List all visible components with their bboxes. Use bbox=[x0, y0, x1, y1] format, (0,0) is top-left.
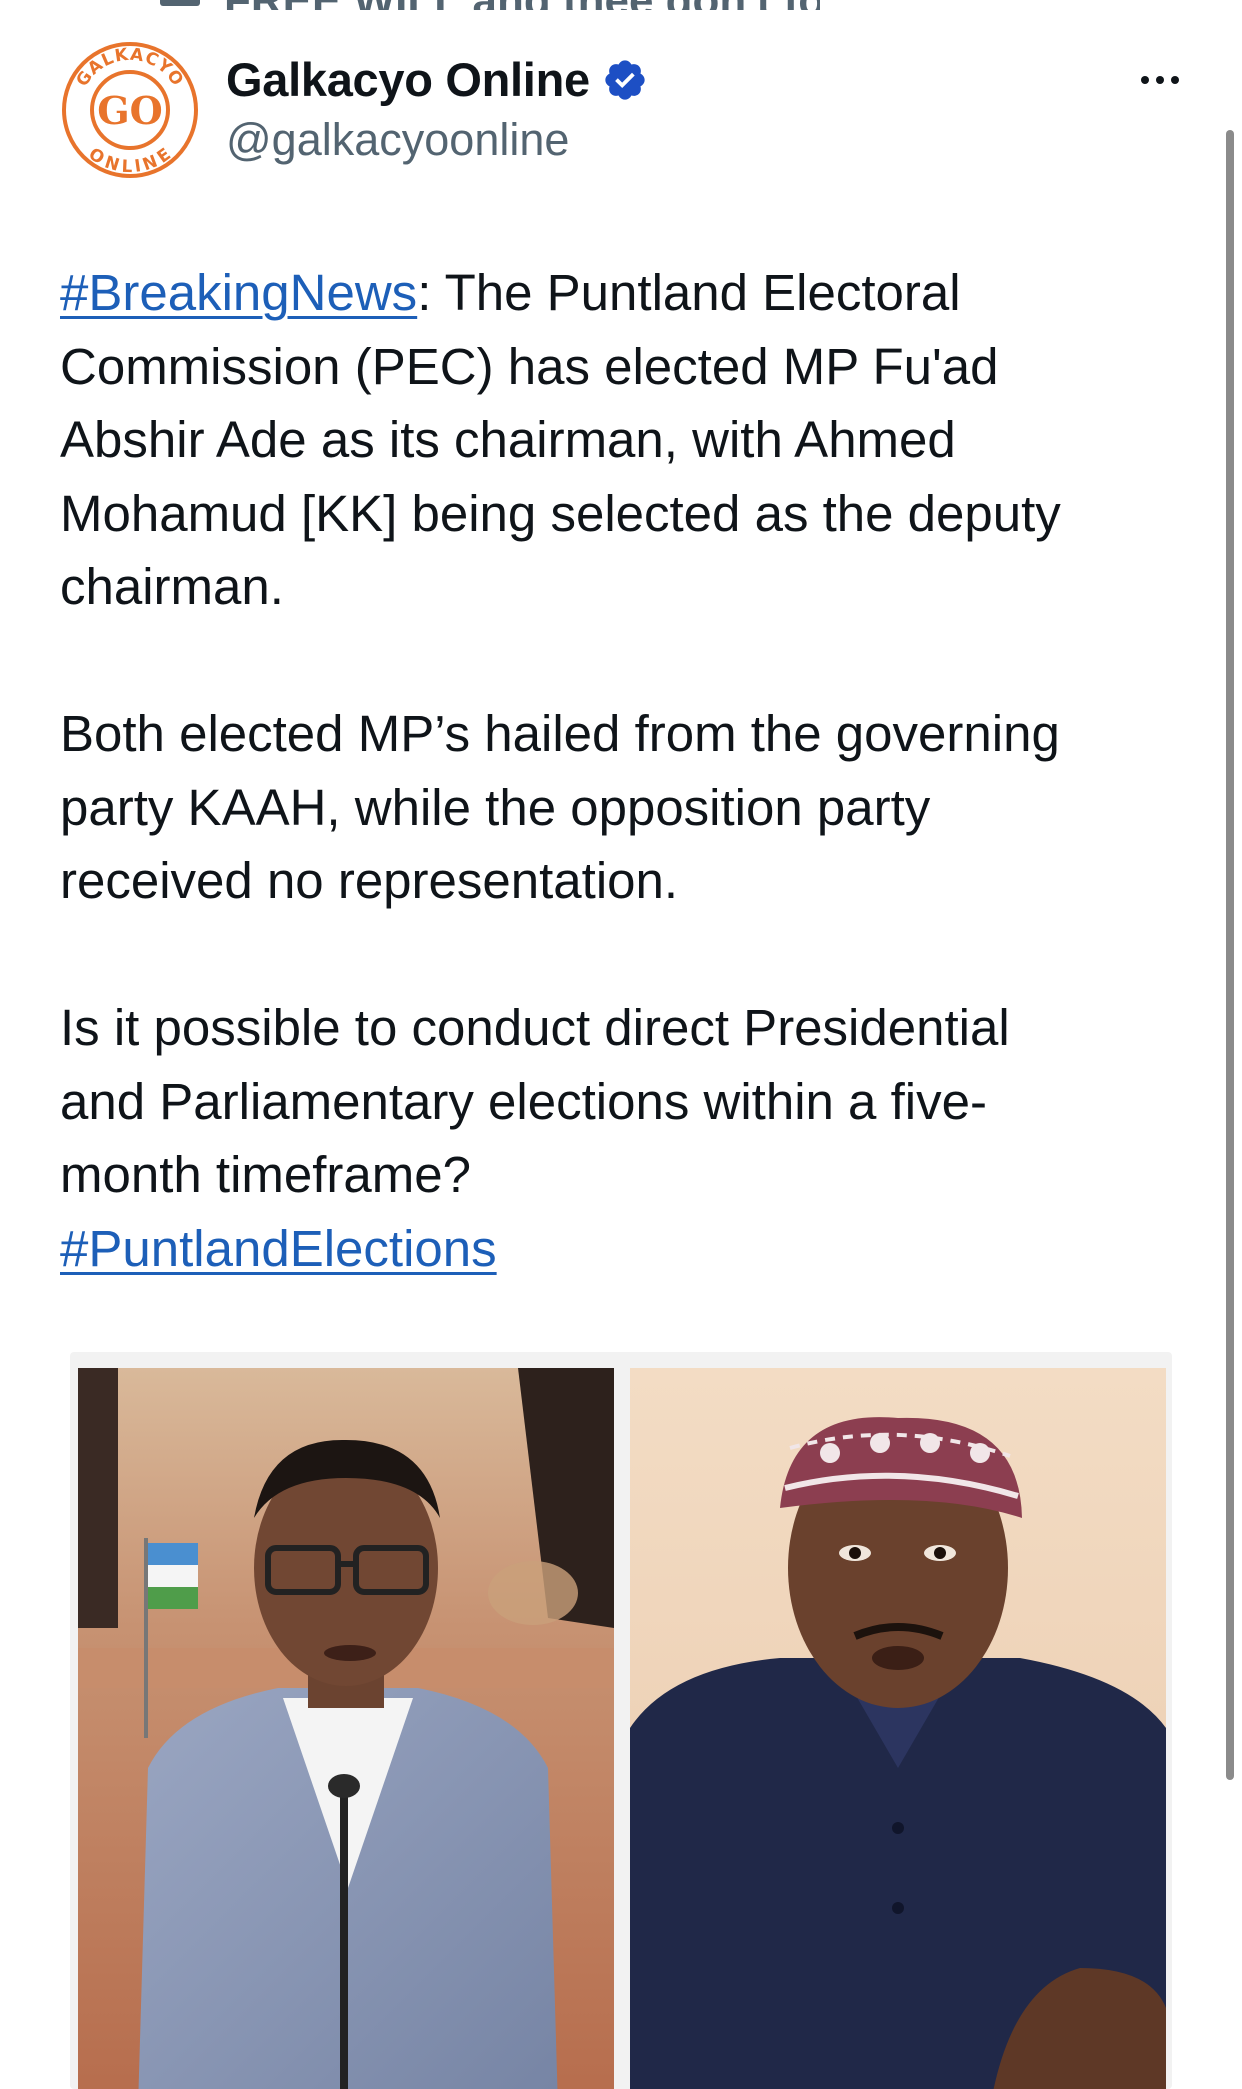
tweet-text-line: Mohamud [KK] being selected as the deput… bbox=[60, 484, 1061, 542]
photo-right-man-in-kufi[interactable] bbox=[630, 1368, 1166, 2089]
hashtag-puntlandelections-link[interactable]: #PuntlandElections bbox=[60, 1220, 497, 1277]
avatar[interactable]: GALKACYO ONLINE GO bbox=[58, 38, 202, 182]
more-dot bbox=[1156, 76, 1164, 84]
previous-tweet-cutoff: FREE WILL and thee don't follow bbox=[160, 0, 820, 10]
display-name[interactable]: Galkacyo Online bbox=[226, 52, 590, 107]
verified-badge-icon bbox=[602, 57, 648, 103]
tweet-text-line: and Parliamentary elections within a fiv… bbox=[60, 1072, 987, 1130]
hashtag-breakingnews-link[interactable]: #BreakingNews bbox=[60, 264, 417, 321]
more-dot bbox=[1171, 76, 1179, 84]
cutoff-text: FREE WILL and thee don't follow bbox=[224, 0, 820, 10]
tweet-paragraph-3: Is it possible to conduct direct Preside… bbox=[60, 991, 1160, 1285]
more-options-button[interactable] bbox=[1130, 60, 1190, 100]
tweet-text-line: Abshir Ade as its chairman, with Ahmed bbox=[60, 411, 956, 468]
author-handle[interactable]: @galkacyoonline bbox=[226, 114, 569, 166]
cutoff-icon bbox=[160, 0, 200, 6]
tweet-text-line: month timeframe? bbox=[60, 1146, 471, 1203]
tweet-text-line: Both elected MP’s hailed from the govern… bbox=[60, 705, 1060, 762]
tweet-text-line: received no representation. bbox=[60, 852, 679, 909]
tweet-text-line: chairman. bbox=[60, 558, 284, 615]
tweet-text-line: : The Puntland Electoral bbox=[417, 264, 961, 321]
tweet-text-line: Commission (PEC) has elected MP Fu'ad bbox=[60, 337, 999, 395]
more-dot bbox=[1141, 76, 1149, 84]
tweet-paragraph-2: Both elected MP’s hailed from the govern… bbox=[60, 697, 1160, 918]
author-name-row[interactable]: Galkacyo Online bbox=[226, 52, 648, 107]
tweet-text-line: Is it possible to conduct direct Preside… bbox=[60, 999, 1010, 1056]
photo-left-man-in-suit[interactable] bbox=[78, 1368, 614, 2089]
galkacyo-online-logo-icon: GALKACYO ONLINE GO bbox=[60, 40, 200, 180]
tweet-media[interactable] bbox=[70, 1352, 1172, 2089]
scrollbar[interactable] bbox=[1226, 130, 1234, 1780]
svg-text:GO: GO bbox=[97, 88, 163, 133]
tweet-text-line: party KAAH, while the opposition party bbox=[60, 778, 931, 836]
tweet-text: #BreakingNews: The Puntland Electoral Co… bbox=[60, 256, 1160, 1285]
tweet-paragraph-1: #BreakingNews: The Puntland Electoral Co… bbox=[60, 256, 1160, 624]
